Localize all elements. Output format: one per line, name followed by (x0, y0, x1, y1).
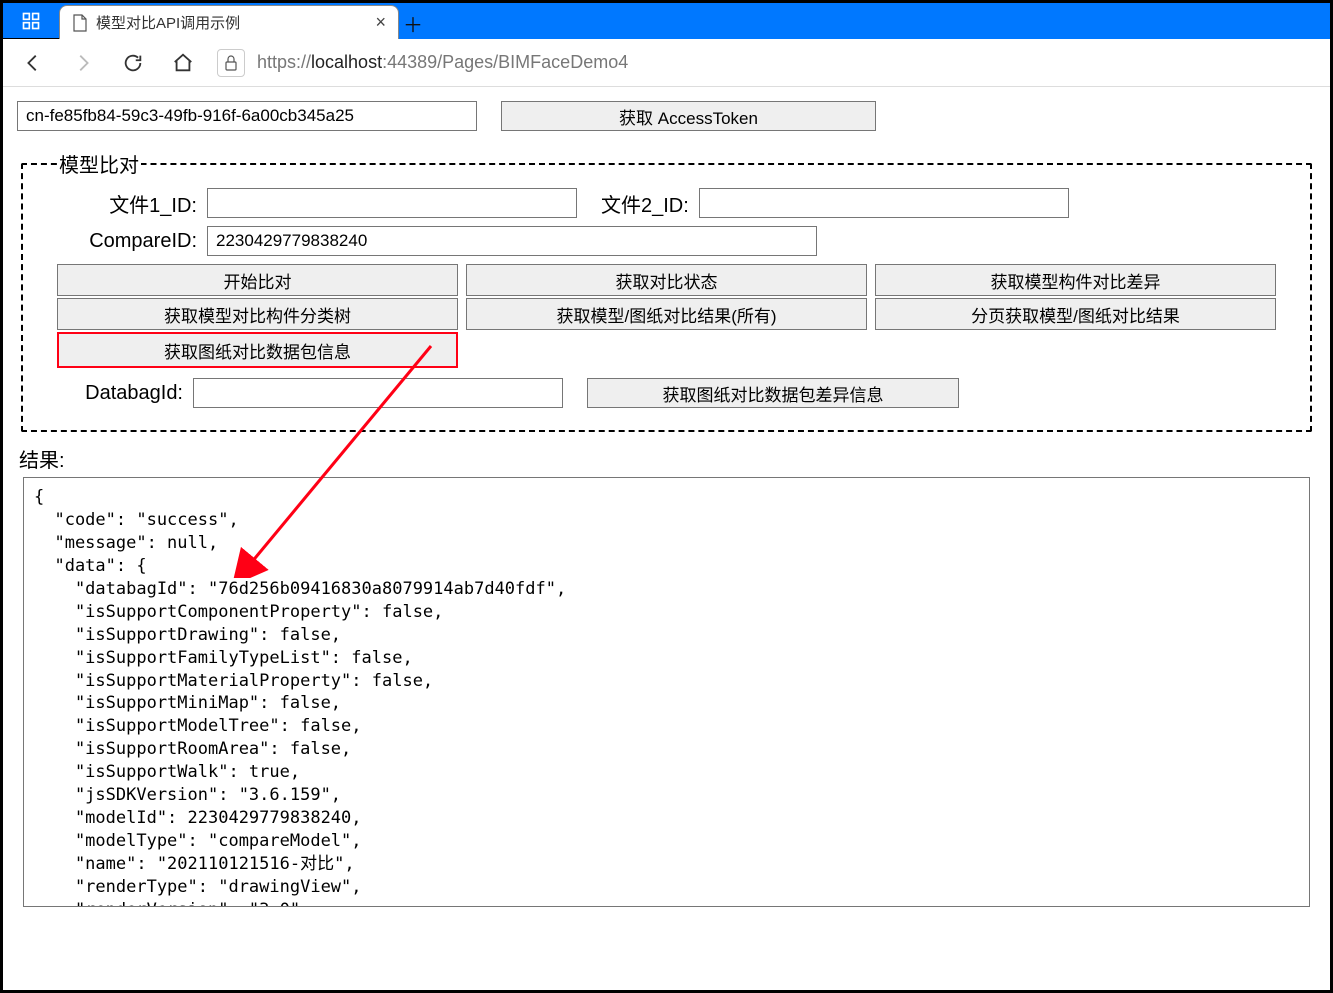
url-rest: :44389/Pages/BIMFaceDemo4 (382, 52, 628, 72)
get-drawing-databag-diff-button[interactable]: 获取图纸对比数据包差异信息 (587, 378, 959, 408)
fieldset-legend: 模型比对 (57, 149, 141, 178)
close-icon[interactable]: × (375, 12, 386, 33)
compare-id-input[interactable] (207, 226, 817, 256)
file1-label: 文件1_ID: (57, 189, 197, 218)
tab-title: 模型对比API调用示例 (96, 12, 371, 33)
home-button[interactable] (167, 47, 199, 79)
new-tab-button[interactable]: ＋ (399, 7, 427, 39)
refresh-button[interactable] (117, 47, 149, 79)
get-access-token-button[interactable]: 获取 AccessToken (501, 101, 876, 131)
url-text: https://localhost:44389/Pages/BIMFaceDem… (257, 52, 628, 73)
start-compare-button[interactable]: 开始比对 (57, 264, 458, 296)
databag-id-input[interactable] (193, 378, 563, 408)
get-all-compare-result-button[interactable]: 获取模型/图纸对比结果(所有) (466, 298, 867, 330)
window-icon (3, 3, 59, 39)
forward-button[interactable] (67, 47, 99, 79)
file2-id-input[interactable] (699, 188, 1069, 218)
browser-tab[interactable]: 模型对比API调用示例 × (59, 5, 399, 39)
file2-label: 文件2_ID: (601, 189, 689, 218)
file1-id-input[interactable] (207, 188, 577, 218)
access-token-input[interactable] (17, 101, 477, 131)
window-titlebar: 模型对比API调用示例 × ＋ (3, 3, 1330, 39)
get-component-diff-button[interactable]: 获取模型构件对比差异 (875, 264, 1276, 296)
get-compare-status-button[interactable]: 获取对比状态 (466, 264, 867, 296)
address-toolbar: https://localhost:44389/Pages/BIMFaceDem… (3, 39, 1330, 87)
compare-id-label: CompareID: (57, 230, 197, 253)
back-button[interactable] (17, 47, 49, 79)
get-paged-compare-result-button[interactable]: 分页获取模型/图纸对比结果 (875, 298, 1276, 330)
databag-id-label: DatabagId: (57, 382, 183, 405)
page-content: 获取 AccessToken 模型比对 文件1_ID: 文件2_ID: Comp… (3, 87, 1330, 910)
get-component-tree-button[interactable]: 获取模型对比构件分类树 (57, 298, 458, 330)
result-output[interactable] (23, 477, 1310, 907)
model-compare-fieldset: 模型比对 文件1_ID: 文件2_ID: CompareID: 开始比对 获取对… (21, 149, 1312, 432)
get-drawing-databag-button[interactable]: 获取图纸对比数据包信息 (57, 332, 458, 368)
lock-icon[interactable] (217, 49, 245, 77)
address-bar[interactable]: https://localhost:44389/Pages/BIMFaceDem… (217, 49, 1316, 77)
result-label: 结果: (19, 444, 1316, 473)
url-prefix: https:// (257, 52, 311, 72)
url-host: localhost (311, 52, 382, 72)
page-icon (72, 14, 88, 32)
